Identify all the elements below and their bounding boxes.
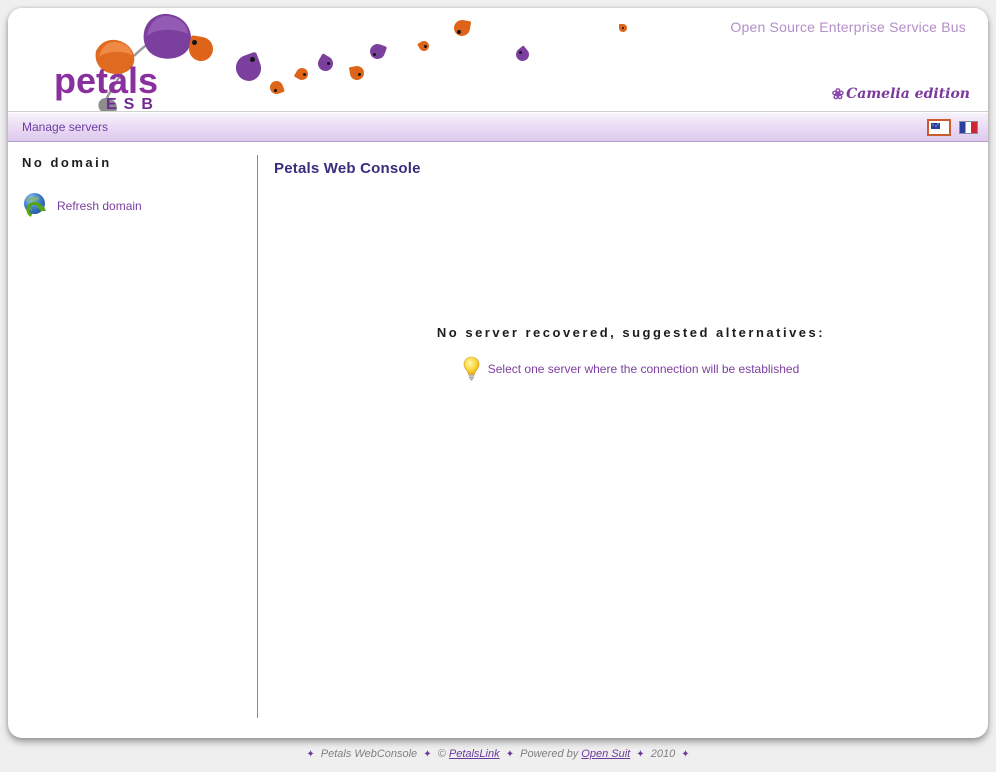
- footer-copyright: ©: [438, 748, 446, 760]
- diamond-separator: ✦: [303, 749, 317, 760]
- content-area: No domain: [8, 142, 988, 738]
- petal-decoration: [350, 66, 364, 80]
- menubar: Manage servers: [8, 112, 988, 142]
- main-panel: Petals Web Console No server recovered, …: [258, 142, 988, 738]
- refresh-domain-label: Refresh domain: [57, 199, 142, 213]
- petal-decoration: [296, 68, 308, 80]
- petal-decoration: [318, 56, 333, 71]
- page-title: Petals Web Console: [274, 160, 988, 177]
- header: petals ESB Open Source Enterprise Servic…: [8, 8, 988, 112]
- us-flag-icon[interactable]: [927, 119, 951, 136]
- edition-text: Camelia edition: [846, 86, 970, 102]
- petal-decoration: [370, 44, 385, 59]
- logo-esb-label: ESB: [106, 96, 160, 112]
- diamond-separator: ✦: [633, 749, 647, 760]
- globe-refresh-icon: [22, 192, 49, 219]
- footer: ✦ Petals WebConsole ✦ © PetalsLink ✦ Pow…: [0, 748, 996, 760]
- petals-esb-logo: petals ESB: [48, 12, 228, 112]
- petal-decoration: [419, 41, 429, 51]
- no-server-message: No server recovered, suggested alternati…: [274, 325, 988, 381]
- select-server-link[interactable]: Select one server where the connection w…: [488, 362, 800, 376]
- lightbulb-icon: [463, 356, 480, 381]
- console-window: petals ESB Open Source Enterprise Servic…: [8, 8, 988, 738]
- petal-decoration: [516, 48, 529, 61]
- refresh-domain-button[interactable]: Refresh domain: [22, 192, 247, 219]
- sidebar: No domain: [8, 142, 257, 738]
- language-switcher: [927, 119, 978, 136]
- edition-label: ❀ Camelia edition: [832, 85, 970, 103]
- tagline: Open Source Enterprise Service Bus: [730, 19, 966, 35]
- camelia-flower-icon: ❀: [832, 85, 845, 103]
- sidebar-title: No domain: [22, 155, 247, 170]
- logo-wordmark: petals: [54, 64, 158, 98]
- diamond-separator: ✦: [678, 749, 692, 760]
- suggestion-row: Select one server where the connection w…: [274, 356, 988, 381]
- footer-year: 2010: [651, 748, 675, 760]
- open-suit-link[interactable]: Open Suit: [581, 748, 630, 760]
- footer-app-name: Petals WebConsole: [321, 748, 417, 760]
- menu-item-manage-servers[interactable]: Manage servers: [22, 120, 108, 134]
- diamond-separator: ✦: [503, 749, 517, 760]
- message-title: No server recovered, suggested alternati…: [274, 325, 988, 340]
- petal-decoration: [270, 81, 283, 94]
- petal-decoration: [189, 37, 213, 61]
- diamond-separator: ✦: [420, 749, 434, 760]
- petal-decoration: [619, 24, 627, 32]
- petal-decoration: [454, 20, 470, 36]
- petal-decoration: [236, 55, 261, 81]
- footer-powered-by: Powered by: [520, 748, 578, 760]
- petalslink-link[interactable]: PetalsLink: [449, 748, 500, 760]
- fr-flag-icon[interactable]: [959, 121, 978, 134]
